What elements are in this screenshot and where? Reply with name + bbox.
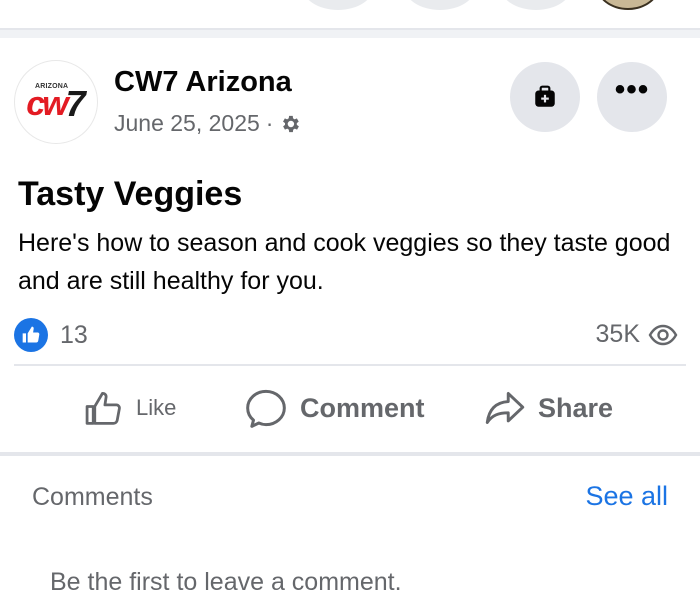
toolbar-button-partial[interactable]: [302, 0, 374, 10]
divider: [0, 452, 700, 456]
like-label: Like: [136, 395, 177, 420]
thumbs-up-icon: [14, 318, 48, 352]
comment-label: Comment: [300, 392, 425, 423]
comment-bubble-icon: [246, 389, 286, 428]
see-all-link[interactable]: See all: [585, 481, 668, 512]
share-arrow-icon: [485, 392, 525, 424]
reaction-count: 13: [60, 320, 88, 349]
comment-button[interactable]: Comment: [244, 386, 425, 430]
reactions-summary[interactable]: 13: [14, 318, 88, 352]
divider: [0, 30, 700, 38]
eye-icon: [648, 324, 678, 345]
share-label: Share: [538, 392, 614, 423]
more-options-button[interactable]: •••: [597, 62, 667, 132]
page-name[interactable]: CW7 Arizona: [114, 66, 292, 99]
thumbs-up-outline-icon: [85, 392, 121, 425]
more-options-icon: •••: [614, 73, 650, 106]
share-button[interactable]: Share: [484, 386, 613, 430]
logo-cw: cw: [26, 84, 68, 123]
logo-7: 7: [65, 83, 86, 124]
post-title: Tasty Veggies: [18, 175, 243, 213]
comments-heading: Comments: [32, 483, 153, 511]
toolbar-button-partial[interactable]: [404, 0, 476, 10]
top-toolbar-partial: [0, 0, 700, 28]
meta-separator: ·: [265, 110, 274, 136]
save-button[interactable]: [510, 62, 580, 132]
avatar[interactable]: [596, 0, 660, 10]
like-button[interactable]: Like: [84, 386, 176, 430]
post-body: Here's how to season and cook veggies so…: [18, 229, 671, 295]
page-avatar[interactable]: ARIZONA cw 7: [14, 60, 98, 144]
briefcase-plus-icon: [535, 85, 555, 107]
divider: [14, 364, 686, 366]
views-count: 35K: [596, 320, 678, 349]
gear-icon: [279, 113, 301, 135]
toolbar-button-partial[interactable]: [500, 0, 572, 10]
post-date[interactable]: June 25, 2025: [114, 110, 260, 137]
empty-comments-text: Be the first to leave a comment.: [50, 568, 402, 596]
views-value: 35K: [595, 320, 640, 348]
post-meta: June 25, 2025 ·: [114, 110, 301, 137]
